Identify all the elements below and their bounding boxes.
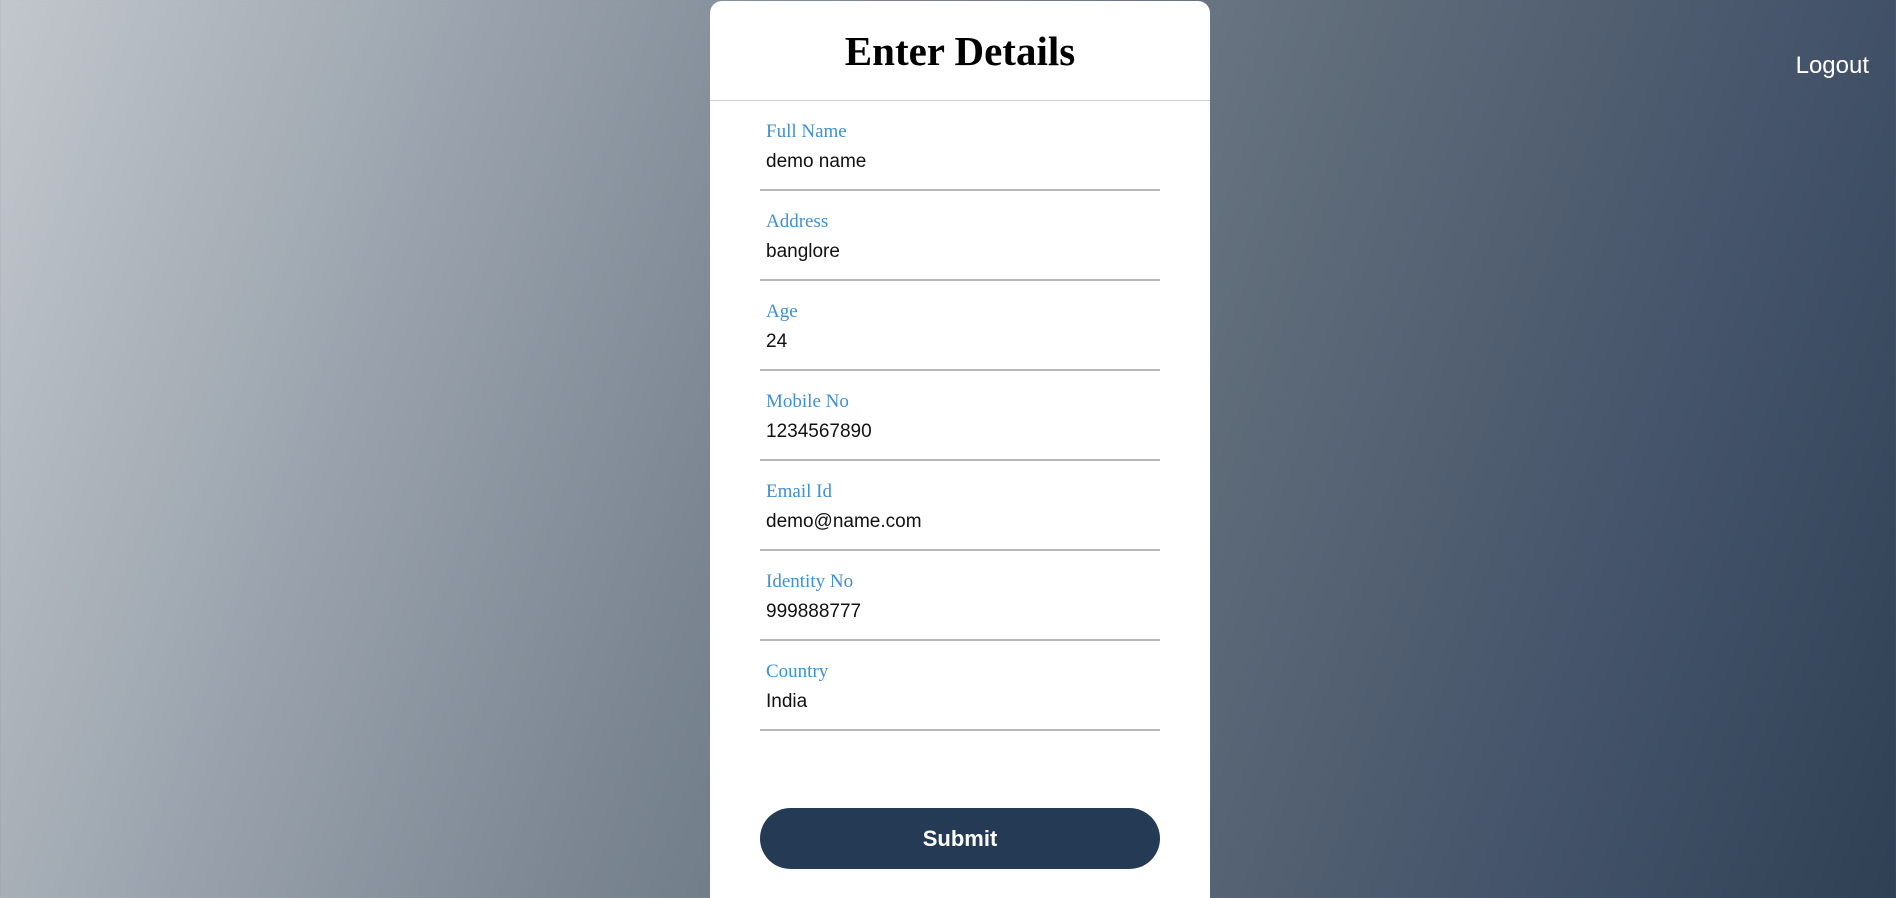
- full-name-label: Full Name: [766, 121, 847, 142]
- form-title: Enter Details: [844, 27, 1076, 74]
- country-label: Country: [766, 661, 829, 682]
- country-input[interactable]: [760, 687, 1160, 731]
- address-field-group: Address: [760, 191, 1160, 281]
- card-header: Enter Details: [710, 1, 1210, 101]
- logout-link[interactable]: Logout: [1796, 52, 1869, 80]
- mobile-no-label: Mobile No: [766, 391, 849, 412]
- age-field-group: Age: [760, 281, 1160, 371]
- full-name-input[interactable]: [760, 147, 1160, 191]
- age-label: Age: [766, 301, 798, 322]
- email-id-input[interactable]: [760, 507, 1160, 551]
- mobile-no-field-group: Mobile No: [760, 371, 1160, 461]
- address-input[interactable]: [760, 237, 1160, 281]
- age-input[interactable]: [760, 327, 1160, 371]
- mobile-no-input[interactable]: [760, 417, 1160, 461]
- details-form-card: Enter Details Full Name Address Age Mobi…: [710, 1, 1210, 898]
- email-id-field-group: Email Id: [760, 461, 1160, 551]
- email-id-label: Email Id: [766, 481, 832, 502]
- identity-no-label: Identity No: [766, 571, 854, 592]
- full-name-field-group: Full Name: [760, 101, 1160, 191]
- identity-no-input[interactable]: [760, 597, 1160, 641]
- details-form: Full Name Address Age Mobile No Email Id…: [710, 101, 1210, 731]
- submit-button[interactable]: Submit: [760, 808, 1160, 869]
- address-label: Address: [766, 211, 829, 232]
- identity-no-field-group: Identity No: [760, 551, 1160, 641]
- country-field-group: Country: [760, 641, 1160, 731]
